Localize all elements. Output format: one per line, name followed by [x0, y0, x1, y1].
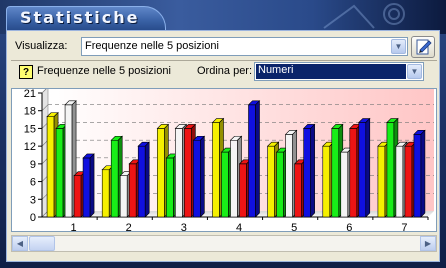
bar: [395, 145, 404, 218]
y-tick-label: 9: [30, 159, 36, 171]
bar: [119, 175, 128, 218]
x-tick-label: 4: [236, 222, 242, 231]
edit-document-icon: [416, 39, 432, 55]
y-tick-label: 15: [24, 123, 36, 135]
bar: [349, 128, 358, 218]
y-tick-label: 0: [30, 212, 36, 224]
help-icon[interactable]: ?: [19, 65, 33, 79]
bar: [166, 157, 174, 218]
bar: [110, 139, 119, 218]
bar: [331, 128, 340, 218]
bar: [413, 134, 422, 218]
sort-row: ? Frequenze nelle 5 posizioni Ordina per…: [11, 62, 437, 85]
bar: [128, 163, 137, 218]
bar-side: [89, 153, 95, 218]
chart-caption: Frequenze nelle 5 posizioni: [37, 65, 171, 77]
bar-side: [365, 117, 371, 218]
bar: [46, 116, 55, 218]
bar-side: [255, 100, 260, 218]
bar: [230, 139, 238, 218]
edit-button[interactable]: [411, 36, 435, 58]
bar: [248, 104, 256, 218]
bar: [404, 145, 413, 218]
view-row: Visualizza: Frequenze nelle 5 posizioni …: [11, 36, 437, 58]
bar: [285, 134, 293, 218]
bar: [294, 163, 302, 218]
x-tick-label: 7: [401, 222, 407, 231]
y-tick-label: 12: [24, 141, 36, 153]
divider: [11, 60, 437, 61]
visualizza-label: Visualizza:: [15, 40, 68, 52]
bar: [184, 128, 192, 218]
bar: [322, 145, 331, 218]
scrollbar-thumb[interactable]: [29, 236, 55, 251]
decoration-icon: [323, 3, 405, 29]
bar: [267, 145, 275, 218]
ordina-select[interactable]: Numeri ▼: [254, 62, 424, 81]
ordina-value: Numeri: [256, 64, 406, 79]
bar: [175, 128, 183, 218]
bar: [212, 122, 220, 218]
bar: [73, 175, 82, 218]
bar-side: [144, 141, 150, 218]
bar: [358, 122, 367, 218]
window-title: Statistiche: [20, 8, 140, 27]
bar: [101, 169, 110, 218]
chevron-down-icon[interactable]: ▼: [391, 39, 406, 54]
bar: [55, 128, 64, 218]
bar: [276, 151, 284, 218]
bar: [377, 145, 386, 218]
bar: [303, 128, 311, 218]
x-tick-label: 2: [126, 222, 132, 231]
visualizza-select[interactable]: Frequenze nelle 5 posizioni ▼: [81, 37, 408, 56]
statistics-panel: Visualizza: Frequenze nelle 5 posizioni …: [6, 30, 440, 262]
x-tick-label: 1: [71, 222, 77, 231]
bar-side: [200, 135, 205, 218]
scroll-left-icon[interactable]: ◀: [12, 236, 28, 251]
y-tick-label: 6: [30, 177, 36, 189]
y-tick-label: 21: [24, 89, 36, 100]
bar: [64, 104, 73, 218]
bar: [157, 128, 165, 218]
ordina-label: Ordina per:: [197, 65, 253, 77]
bar-side: [420, 129, 426, 218]
x-tick-label: 6: [346, 222, 352, 231]
statistiche-window: Statistiche Visualizza: Frequenze nelle …: [0, 0, 446, 268]
scroll-right-icon[interactable]: ▶: [420, 236, 436, 251]
horizontal-scrollbar[interactable]: ◀ ▶: [11, 235, 437, 252]
bar-chart: 0369121518211 2 3 4 5 6 7: [24, 89, 434, 231]
visualizza-value: Frequenze nelle 5 posizioni: [85, 40, 219, 52]
bar-side: [310, 123, 315, 218]
x-tick-label: 5: [291, 222, 297, 231]
frequency-chart: 0 3 6 9 12 15 18 21 1 2 3 4 5 6 7: [11, 88, 437, 232]
y-tick-label: 3: [30, 194, 36, 206]
y-tick-label: 18: [24, 106, 36, 118]
bar: [239, 163, 247, 218]
bar: [386, 122, 395, 218]
bar: [137, 145, 146, 218]
x-tick-label: 3: [181, 222, 187, 231]
bar: [340, 151, 349, 218]
bar: [221, 151, 229, 218]
chevron-down-icon[interactable]: ▼: [407, 64, 422, 79]
bar: [193, 139, 201, 218]
bar: [82, 157, 91, 218]
